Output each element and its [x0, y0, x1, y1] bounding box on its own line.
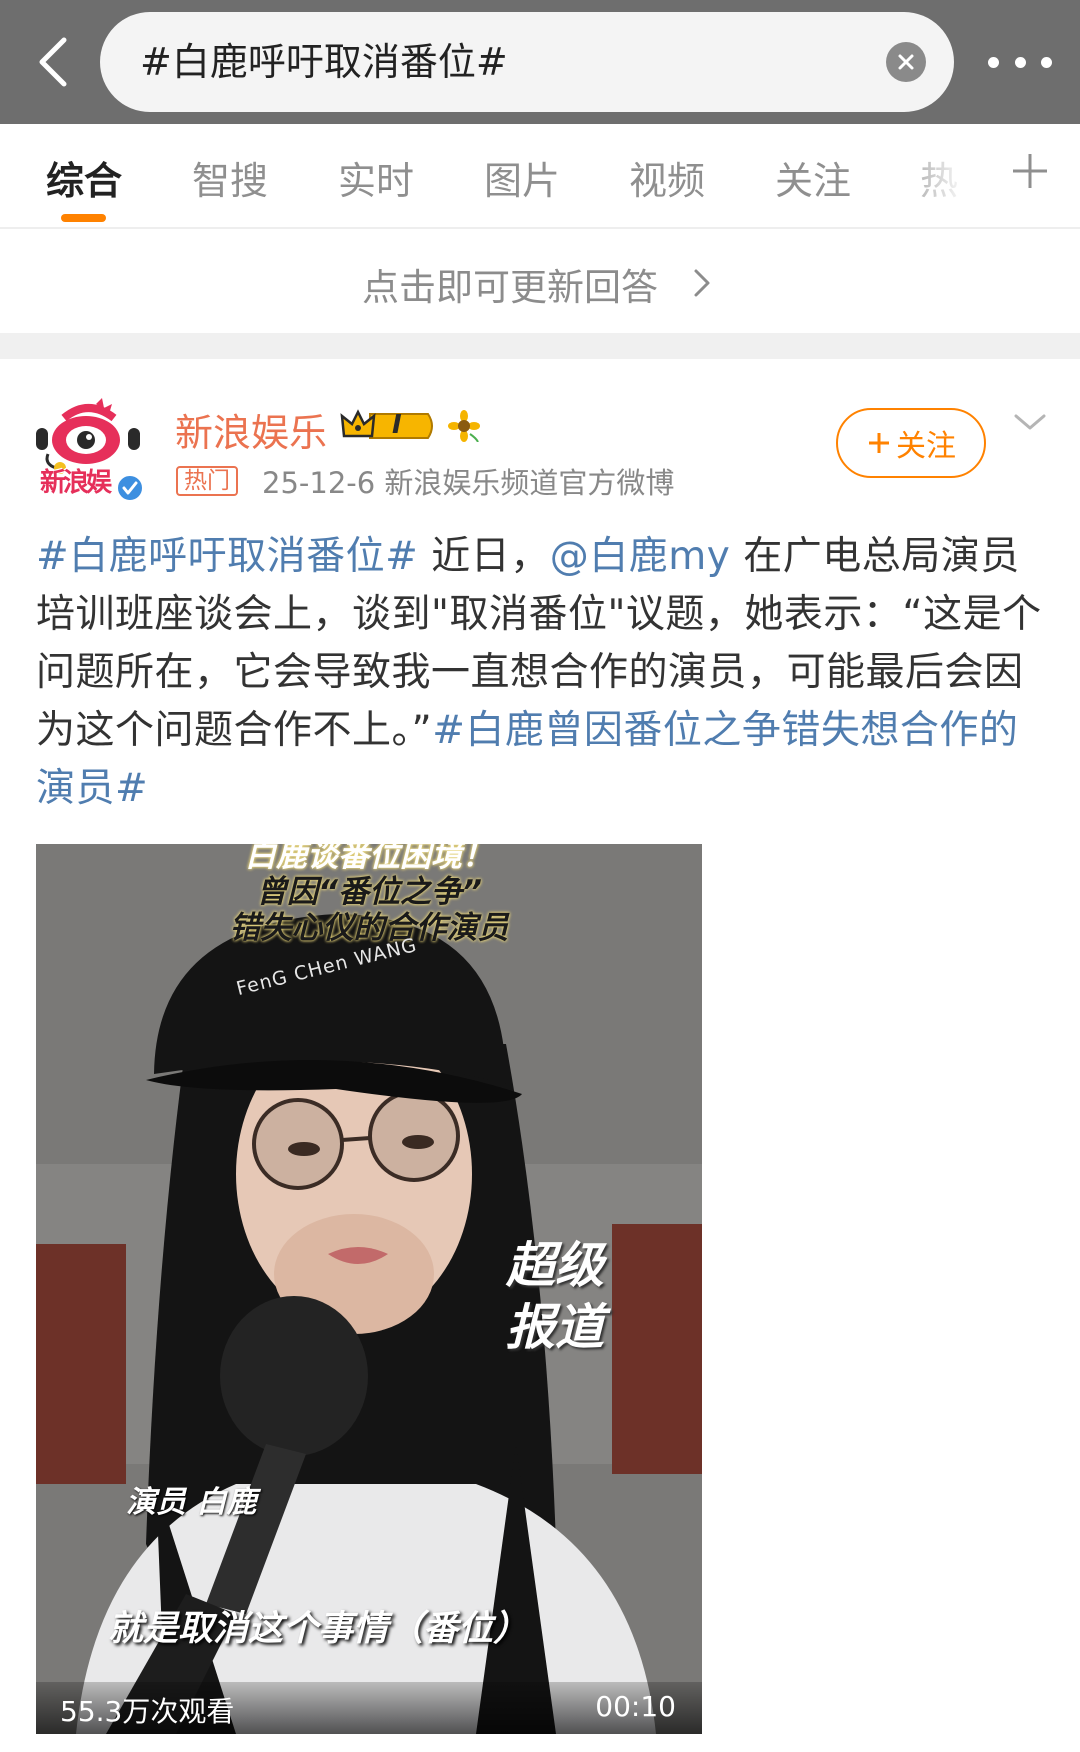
tab-following[interactable]: 关注: [775, 150, 851, 205]
chevron-right-icon: [694, 269, 710, 297]
author-name[interactable]: 新浪娱乐: [175, 402, 327, 457]
tab-comprehensive[interactable]: 综合: [46, 150, 122, 205]
avatar-text: 新浪娱: [40, 468, 112, 498]
post-text: #白鹿呼吁取消番位# 近日，@白鹿my 在广电总局演员培训班座谈会上，谈到"取消…: [36, 528, 1046, 818]
follow-button[interactable]: 关注: [836, 408, 986, 478]
hot-tag: 热门: [176, 466, 238, 496]
vip-level: I: [392, 410, 402, 440]
video-duration: 00:10: [595, 1690, 676, 1723]
crown-vip-icon: [340, 409, 433, 439]
search-tabs: 综合 智搜 实时 图片 视频 关注 热: [0, 124, 1080, 228]
tabs-fade: [890, 124, 1000, 228]
chevron-down-icon[interactable]: [1012, 410, 1048, 434]
verified-badge-icon: [116, 474, 144, 502]
active-tab-indicator: [61, 214, 106, 222]
follow-label: 关注: [896, 429, 956, 464]
section-separator: [0, 333, 1080, 359]
brand-text: 报道: [506, 1299, 605, 1356]
post-meta: 25-12-6 新浪娱乐频道官方微博: [262, 466, 675, 500]
chevron-left-icon: [39, 37, 67, 87]
plus-icon: [869, 433, 889, 453]
tab-realtime[interactable]: 实时: [338, 150, 414, 205]
video-caption-line: 错失心仪的合作演员: [229, 910, 509, 946]
view-count: 55.3万次观看: [60, 1695, 235, 1728]
dot-icon: [1014, 56, 1026, 68]
top-bar: #白鹿呼吁取消番位#: [0, 0, 1080, 124]
tab-images[interactable]: 图片: [484, 150, 560, 205]
refresh-answer-bar[interactable]: 点击即可更新回答: [0, 229, 1080, 333]
refresh-label: 点击即可更新回答: [362, 266, 658, 309]
video-footer: 55.3万次观看 00:10: [36, 1682, 702, 1734]
brand-text: 超级: [506, 1237, 605, 1294]
close-icon: [898, 54, 914, 70]
video-player[interactable]: 白鹿谈番位困境！ 曾因“番位之争” 错失心仪的合作演员 FenG CHen WA…: [36, 844, 702, 1734]
speaker-label: 演员 白鹿: [126, 1485, 257, 1520]
dot-icon: [1041, 56, 1052, 68]
video-subtitle: 就是取消这个事情（番位）: [108, 1609, 529, 1649]
dot-icon: [988, 56, 999, 68]
search-query: #白鹿呼吁取消番位#: [140, 40, 508, 84]
topic-link[interactable]: #白鹿呼吁取消番位#: [36, 534, 418, 579]
tab-smart-search[interactable]: 智搜: [192, 150, 268, 205]
back-button[interactable]: [24, 30, 80, 94]
mention-link[interactable]: @白鹿my: [550, 534, 731, 579]
vip-badge: I: [340, 408, 436, 444]
tab-videos[interactable]: 视频: [629, 150, 705, 205]
post-text-segment: 近日，: [418, 534, 550, 579]
plus-icon[interactable]: [1005, 146, 1055, 196]
avatar[interactable]: 新浪娱: [34, 396, 144, 504]
sunflower-icon: [448, 410, 480, 442]
more-options-button[interactable]: [988, 40, 1052, 84]
clear-search-button[interactable]: [886, 42, 926, 82]
search-input[interactable]: #白鹿呼吁取消番位#: [100, 12, 954, 112]
